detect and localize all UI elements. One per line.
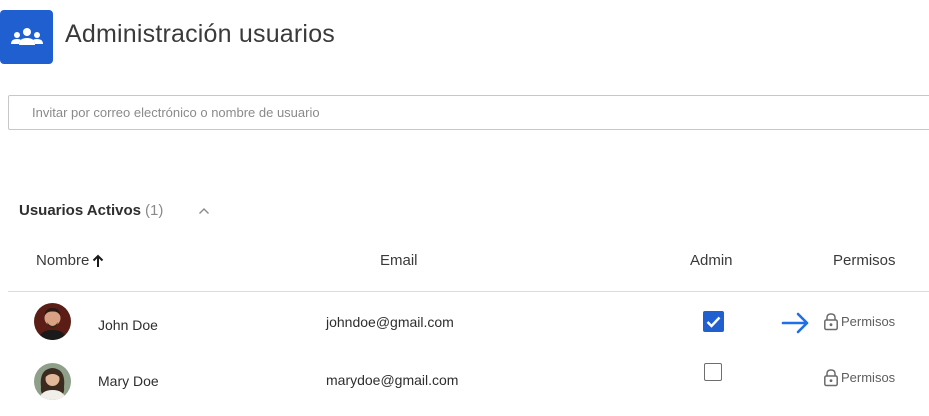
admin-checkbox-checked[interactable] <box>703 311 724 332</box>
permissions-button-label: Permisos <box>841 314 896 329</box>
checkmark-icon <box>706 316 721 328</box>
lock-icon <box>824 313 838 331</box>
column-header-email: Email <box>380 252 418 269</box>
user-name: John Doe <box>98 317 158 333</box>
invite-input[interactable] <box>9 96 929 129</box>
permissions-button[interactable]: Permisos <box>823 312 895 331</box>
permissions-button-label: Permisos <box>841 370 896 385</box>
section-title: Usuarios Activos <box>19 202 141 219</box>
column-header-name[interactable]: Nombre <box>36 252 104 269</box>
column-header-admin: Admin <box>690 252 733 269</box>
page-title: Administración usuarios <box>65 20 335 48</box>
avatar <box>34 303 71 340</box>
admin-checkbox-unchecked[interactable] <box>704 363 722 381</box>
user-email: johndoe@gmail.com <box>326 314 454 330</box>
app-icon <box>0 10 53 64</box>
table-row: John Doe johndoe@gmail.com Permisos <box>0 298 929 348</box>
lock-icon <box>824 369 838 387</box>
column-header-name-label: Nombre <box>36 252 90 269</box>
table-row: Mary Doe marydoe@gmail.com Permisos <box>0 356 929 406</box>
chevron-up-icon <box>199 208 209 214</box>
user-email: marydoe@gmail.com <box>326 372 459 388</box>
users-group-icon <box>10 28 43 45</box>
user-name: Mary Doe <box>98 373 159 389</box>
column-header-permissions: Permisos <box>833 252 896 269</box>
collapse-section-button[interactable] <box>196 203 212 219</box>
arrow-right-icon <box>781 311 811 340</box>
arrow-up-icon <box>92 254 104 268</box>
section-count: (1) <box>145 202 164 219</box>
invite-field-container <box>8 95 929 130</box>
permissions-button[interactable]: Permisos <box>823 368 895 387</box>
avatar <box>34 363 71 400</box>
section-header: Usuarios Activos (1) <box>19 202 163 219</box>
header-divider <box>8 291 929 292</box>
